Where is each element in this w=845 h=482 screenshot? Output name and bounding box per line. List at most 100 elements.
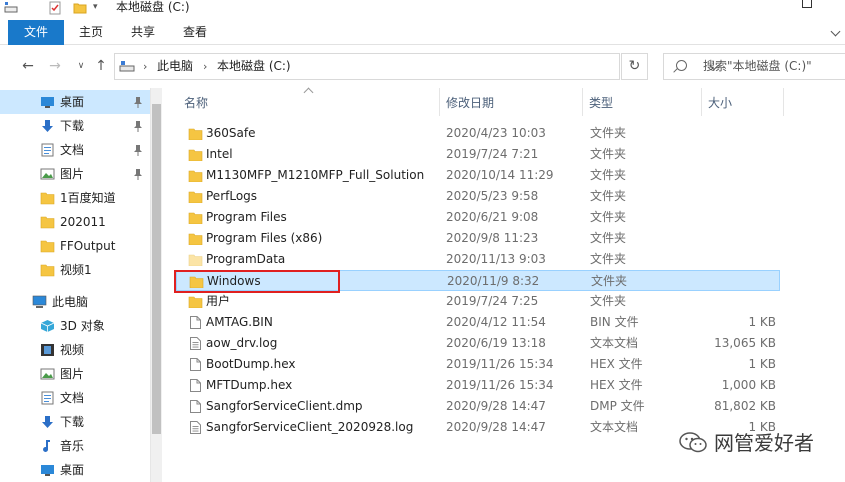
back-arrow-icon[interactable]: ← xyxy=(20,58,36,74)
navigation-bar: ← → ∨ ↑ › 此电脑 › 本地磁盘 (C:) ↻ 搜索"本地磁盘 (C:)… xyxy=(0,46,845,86)
picture-icon xyxy=(40,168,55,180)
file-row[interactable]: SangforServiceClient.dmp 2020/9/28 14:47 D… xyxy=(176,396,780,417)
maximize-icon[interactable] xyxy=(802,0,812,8)
sidebar-item-videos[interactable]: 视频 xyxy=(0,338,150,362)
title-bar: ▾ 本地磁盘 (C:) xyxy=(0,0,845,20)
tab-view[interactable]: 查看 xyxy=(172,20,218,45)
sidebar-scrollbar[interactable] xyxy=(150,88,162,482)
file-icon xyxy=(190,358,201,371)
sidebar-item-desktop[interactable]: 桌面 xyxy=(0,458,150,482)
file-row[interactable]: M1130MFP_M1210MFP_Full_Solution 2020/10/1… xyxy=(176,165,780,186)
sidebar-item-music[interactable]: 音乐 xyxy=(0,434,150,458)
file-row[interactable]: Intel 2019/7/24 7:21 文件夹 xyxy=(176,144,780,165)
sidebar-item-label: 下载 xyxy=(60,415,85,429)
breadcrumb-local-disk[interactable]: 本地磁盘 (C:) xyxy=(217,54,291,79)
new-folder-icon[interactable] xyxy=(73,1,87,15)
3d-objects-icon xyxy=(40,320,55,332)
quick-access-dropdown-icon[interactable]: ▾ xyxy=(93,2,98,16)
sidebar-item-label: 视频 xyxy=(60,343,85,357)
file-date: 2020/4/23 10:03 xyxy=(446,126,546,140)
forward-arrow-icon[interactable]: → xyxy=(47,58,63,74)
file-icon xyxy=(190,316,201,329)
file-date: 2020/9/8 11:23 xyxy=(446,231,539,245)
folder-icon xyxy=(40,264,55,277)
sidebar-item-downloads[interactable]: 下载 xyxy=(0,114,150,138)
file-name: Program Files (x86) xyxy=(206,231,323,245)
file-row[interactable]: Windows 2020/11/9 8:32 文件夹 xyxy=(176,270,780,291)
breadcrumb-separator-icon: › xyxy=(143,60,148,73)
folder-icon xyxy=(188,128,203,140)
file-type: 文件夹 xyxy=(590,168,627,182)
file-row[interactable]: Program Files (x86) 2020/9/8 11:23 文件夹 xyxy=(176,228,780,249)
file-name: SangforServiceClient_2020928.log xyxy=(206,420,414,434)
folder-icon xyxy=(188,233,203,245)
sidebar-item-downloads[interactable]: 下载 xyxy=(0,410,150,434)
up-arrow-icon[interactable]: ↑ xyxy=(93,58,109,74)
watermark-text: 网管爱好者 xyxy=(714,431,814,455)
column-header-date[interactable]: 修改日期 xyxy=(440,88,583,116)
sidebar-item-desktop[interactable]: 桌面 xyxy=(0,90,150,114)
folder-icon xyxy=(188,191,203,203)
file-row[interactable]: 360Safe 2020/4/23 10:03 文件夹 xyxy=(176,123,780,144)
tab-home[interactable]: 主页 xyxy=(68,20,114,45)
video-icon xyxy=(41,344,54,356)
sidebar-item-pictures[interactable]: 图片 xyxy=(0,362,150,386)
search-placeholder: 搜索"本地磁盘 (C:)" xyxy=(703,59,812,73)
file-type: DMP 文件 xyxy=(590,399,645,413)
document-icon xyxy=(41,391,54,405)
expand-ribbon-icon[interactable] xyxy=(830,26,841,37)
file-size: 13,065 KB xyxy=(714,336,776,350)
sidebar-item-label: 此电脑 xyxy=(52,295,89,309)
sidebar-item-label: 视频1 xyxy=(60,263,92,277)
sidebar-item-label: 文档 xyxy=(60,391,85,405)
search-input[interactable]: 搜索"本地磁盘 (C:)" xyxy=(663,53,845,80)
recent-locations-icon[interactable]: ∨ xyxy=(73,58,89,74)
scrollbar-thumb[interactable] xyxy=(152,104,161,434)
file-type: 文件夹 xyxy=(590,189,627,203)
file-row[interactable]: BootDump.hex 2019/11/26 15:34 HEX 文件 1 KB xyxy=(176,354,780,375)
sidebar-item-folder[interactable]: 202011 xyxy=(0,210,150,234)
pin-icon xyxy=(134,169,142,180)
sidebar-item-label: 1百度知道 xyxy=(60,191,116,205)
drive-icon xyxy=(4,2,18,13)
file-row[interactable]: aow_drv.log 2020/6/19 13:18 文本文档 13,065 KB xyxy=(176,333,780,354)
tab-share[interactable]: 共享 xyxy=(120,20,166,45)
file-type: 文件夹 xyxy=(590,126,627,140)
sidebar-item-folder[interactable]: FFOutput xyxy=(0,234,150,258)
tab-file[interactable]: 文件 xyxy=(8,20,64,45)
music-icon xyxy=(43,440,50,452)
sidebar-item-3d-objects[interactable]: 3D 对象 xyxy=(0,314,150,338)
file-row[interactable]: ProgramData 2020/11/13 9:03 文件夹 xyxy=(176,249,780,270)
file-type: HEX 文件 xyxy=(590,378,643,392)
download-icon xyxy=(42,120,53,132)
file-row[interactable]: Program Files 2020/6/21 9:08 文件夹 xyxy=(176,207,780,228)
refresh-icon[interactable]: ↻ xyxy=(621,53,648,80)
properties-icon[interactable] xyxy=(48,1,62,15)
sidebar-item-folder[interactable]: 1百度知道 xyxy=(0,186,150,210)
column-header-size[interactable]: 大小 xyxy=(702,88,784,116)
file-row[interactable]: PerfLogs 2020/5/23 9:58 文件夹 xyxy=(176,186,780,207)
file-name: Intel xyxy=(206,147,233,161)
file-name: SangforServiceClient.dmp xyxy=(206,399,363,413)
file-type: HEX 文件 xyxy=(590,357,643,371)
column-header-name[interactable]: 名称 xyxy=(178,88,440,116)
download-icon xyxy=(42,416,53,428)
file-icon xyxy=(190,400,201,413)
sidebar-item-documents[interactable]: 文档 xyxy=(0,386,150,410)
sidebar-item-documents[interactable]: 文档 xyxy=(0,138,150,162)
file-name: MFTDump.hex xyxy=(206,378,293,392)
file-row[interactable]: 用户 2019/7/24 7:25 文件夹 xyxy=(176,291,780,312)
sidebar-item-this-pc[interactable]: 此电脑 xyxy=(0,290,150,314)
breadcrumb-this-pc[interactable]: 此电脑 xyxy=(157,54,193,79)
file-type: BIN 文件 xyxy=(590,315,639,329)
folder-icon xyxy=(40,192,55,205)
file-type: 文件夹 xyxy=(590,210,627,224)
file-row[interactable]: AMTAG.BIN 2020/4/12 11:54 BIN 文件 1 KB xyxy=(176,312,780,333)
sidebar-item-pictures[interactable]: 图片 xyxy=(0,162,150,186)
column-header-type[interactable]: 类型 xyxy=(583,88,702,116)
address-bar[interactable]: › 此电脑 › 本地磁盘 (C:) xyxy=(114,53,719,80)
file-row[interactable]: MFTDump.hex 2019/11/26 15:34 HEX 文件 1,000 K… xyxy=(176,375,780,396)
file-type: 文件夹 xyxy=(591,274,628,288)
file-icon xyxy=(190,379,201,392)
sidebar-item-folder[interactable]: 视频1 xyxy=(0,258,150,282)
